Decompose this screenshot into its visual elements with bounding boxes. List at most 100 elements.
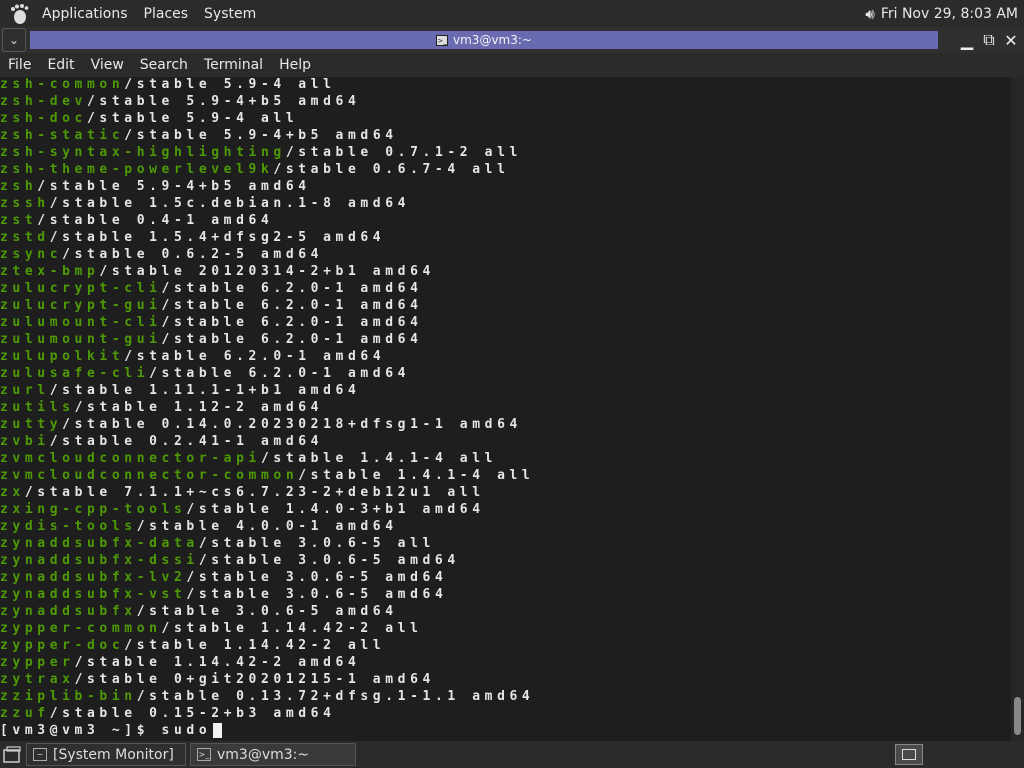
package-details: /stable 0.4-1 amd64 bbox=[37, 213, 274, 228]
package-name: zurl bbox=[0, 383, 50, 398]
terminal-line: zxing-cpp-tools/stable 1.4.0-3+b1 amd64 bbox=[0, 501, 1011, 518]
package-name: zvmcloudconnector-common bbox=[0, 468, 299, 483]
package-name: zvbi bbox=[0, 434, 50, 449]
maximize-button[interactable]: ⧉ bbox=[978, 29, 1000, 51]
terminal-line: zulusafe-cli/stable 6.2.0-1 amd64 bbox=[0, 365, 1011, 382]
menu-terminal[interactable]: Terminal bbox=[196, 57, 271, 73]
menu-edit[interactable]: Edit bbox=[39, 57, 82, 73]
close-button[interactable]: ✕ bbox=[1000, 29, 1022, 51]
package-name: zx bbox=[0, 485, 25, 500]
package-name: zynaddsubfx-data bbox=[0, 536, 199, 551]
applications-menu[interactable]: Applications bbox=[34, 6, 136, 22]
package-name: zssh bbox=[0, 196, 50, 211]
package-details: /stable 1.12-2 amd64 bbox=[74, 400, 324, 415]
menu-search[interactable]: Search bbox=[132, 57, 196, 73]
terminal-line: zurl/stable 1.11.1-1+b1 amd64 bbox=[0, 382, 1011, 399]
package-details: /stable 3.0.6-5 all bbox=[198, 536, 435, 551]
show-desktop-icon[interactable] bbox=[2, 745, 22, 765]
gnome-foot-icon[interactable] bbox=[8, 3, 30, 25]
terminal-line: zx/stable 7.1.1+~cs6.7.23-2+deb12u1 all bbox=[0, 484, 1011, 501]
package-name: zutils bbox=[0, 400, 75, 415]
package-name: zulupolkit bbox=[0, 349, 125, 364]
package-name: zst bbox=[0, 213, 38, 228]
package-name: zulucrypt-cli bbox=[0, 281, 162, 296]
terminal-line: zypper/stable 1.14.42-2 amd64 bbox=[0, 654, 1011, 671]
package-name: zsh-dev bbox=[0, 94, 87, 109]
terminal-line: zzuf/stable 0.15-2+b3 amd64 bbox=[0, 705, 1011, 722]
terminal-line: zynaddsubfx-vst/stable 3.0.6-5 amd64 bbox=[0, 586, 1011, 603]
package-details: /stable 0.13.72+dfsg.1-1.1 amd64 bbox=[136, 689, 535, 704]
command-prompt: [vm3@vm3 ~]$ sudo bbox=[0, 723, 212, 738]
places-menu[interactable]: Places bbox=[136, 6, 197, 22]
package-details: /stable 0.2.41-1 amd64 bbox=[49, 434, 324, 449]
package-details: /stable 7.1.1+~cs6.7.23-2+deb12u1 all bbox=[24, 485, 485, 500]
system-monitor-icon: ~ bbox=[33, 748, 47, 761]
package-name: zypper-doc bbox=[0, 638, 125, 653]
terminal-line: zvbi/stable 0.2.41-1 amd64 bbox=[0, 433, 1011, 450]
package-details: /stable 0.15-2+b3 amd64 bbox=[49, 706, 336, 721]
terminal-line: zynaddsubfx-lv2/stable 3.0.6-5 amd64 bbox=[0, 569, 1011, 586]
terminal-line: zypper-doc/stable 1.14.42-2 all bbox=[0, 637, 1011, 654]
terminal-scrollbar[interactable] bbox=[1011, 77, 1024, 741]
package-details: /stable 1.11.1-1+b1 amd64 bbox=[49, 383, 361, 398]
package-name: zulumount-gui bbox=[0, 332, 162, 347]
package-details: /stable 1.5c.debian.1-8 amd64 bbox=[49, 196, 411, 211]
bottom-panel: ~ [System Monitor] >_ vm3@vm3:~ bbox=[0, 741, 1024, 768]
window-menu-button[interactable]: ⌄ bbox=[2, 28, 26, 52]
package-name: zvmcloudconnector-api bbox=[0, 451, 261, 466]
terminal-line: zynaddsubfx-dssi/stable 3.0.6-5 amd64 bbox=[0, 552, 1011, 569]
package-name: zynaddsubfx-lv2 bbox=[0, 570, 187, 585]
package-name: zxing-cpp-tools bbox=[0, 502, 187, 517]
top-panel: Applications Places System 🔊︎ Fri Nov 29… bbox=[0, 0, 1024, 27]
window-buttons: ▁ ⧉ ✕ bbox=[956, 29, 1022, 51]
package-name: zulusafe-cli bbox=[0, 366, 150, 381]
taskbar-system-monitor[interactable]: ~ [System Monitor] bbox=[26, 743, 186, 766]
window-titlebar[interactable]: ⌄ >_ vm3@vm3:~ ▁ ⧉ ✕ bbox=[0, 27, 1024, 53]
terminal-icon: >_ bbox=[436, 34, 449, 46]
menu-file[interactable]: File bbox=[0, 57, 39, 73]
terminal-line: zutty/stable 0.14.0.20230218+dfsg1-1 amd… bbox=[0, 416, 1011, 433]
menu-view[interactable]: View bbox=[83, 57, 132, 73]
terminal-output[interactable]: zsh-common/stable 5.9-4 all zsh-dev/stabl… bbox=[0, 77, 1011, 741]
package-details: /stable 3.0.6-5 amd64 bbox=[186, 570, 448, 585]
package-details: /stable 6.2.0-1 amd64 bbox=[161, 332, 423, 347]
text-cursor bbox=[213, 723, 223, 738]
package-name: zsh-syntax-highlighting bbox=[0, 145, 286, 160]
menu-help[interactable]: Help bbox=[271, 57, 319, 73]
taskbar-terminal[interactable]: >_ vm3@vm3:~ bbox=[190, 743, 356, 766]
terminal-line: zypper-common/stable 1.14.42-2 all bbox=[0, 620, 1011, 637]
package-details: /stable 5.9-4+b5 amd64 bbox=[124, 128, 398, 143]
terminal-line: zynaddsubfx-data/stable 3.0.6-5 all bbox=[0, 535, 1011, 552]
terminal-line: zvmcloudconnector-common/stable 1.4.1-4 … bbox=[0, 467, 1011, 484]
package-name: zypper-common bbox=[0, 621, 162, 636]
close-icon: ✕ bbox=[1004, 30, 1018, 50]
package-details: /stable 3.0.6-5 amd64 bbox=[198, 553, 460, 568]
package-name: ztex-bmp bbox=[0, 264, 100, 279]
terminal-icon: >_ bbox=[197, 748, 211, 761]
terminal-line: zutils/stable 1.12-2 amd64 bbox=[0, 399, 1011, 416]
clock[interactable]: Fri Nov 29, 8:03 AM bbox=[881, 6, 1018, 22]
package-name: zutty bbox=[0, 417, 63, 432]
terminal-line: zst/stable 0.4-1 amd64 bbox=[0, 212, 1011, 229]
terminal-line: zsync/stable 0.6.2-5 amd64 bbox=[0, 246, 1011, 263]
window-title-area[interactable]: >_ vm3@vm3:~ bbox=[30, 31, 938, 49]
package-details: /stable 5.9-4+b5 amd64 bbox=[87, 94, 361, 109]
package-details: /stable 0+git20201215-1 amd64 bbox=[74, 672, 435, 687]
task-label: [System Monitor] bbox=[53, 746, 174, 763]
minimize-button[interactable]: ▁ bbox=[956, 29, 978, 51]
package-details: /stable 1.5.4+dfsg2-5 amd64 bbox=[49, 230, 386, 245]
terminal-line: zsh-dev/stable 5.9-4+b5 amd64 bbox=[0, 93, 1011, 110]
system-menu[interactable]: System bbox=[196, 6, 264, 22]
maximize-icon: ⧉ bbox=[983, 30, 995, 49]
package-name: zsh bbox=[0, 179, 38, 194]
package-details: /stable 6.2.0-1 amd64 bbox=[124, 349, 386, 364]
package-name: zsh-doc bbox=[0, 111, 87, 126]
package-name: zytrax bbox=[0, 672, 75, 687]
scrollbar-thumb[interactable] bbox=[1014, 697, 1021, 735]
terminal-line: zulucrypt-cli/stable 6.2.0-1 amd64 bbox=[0, 280, 1011, 297]
package-details: /stable 1.14.42-2 amd64 bbox=[74, 655, 361, 670]
terminal-line: zulumount-cli/stable 6.2.0-1 amd64 bbox=[0, 314, 1011, 331]
command-prompt-line[interactable]: [vm3@vm3 ~]$ sudo bbox=[0, 722, 1011, 739]
workspace-switcher[interactable] bbox=[895, 744, 923, 765]
volume-icon[interactable]: 🔊︎ bbox=[865, 5, 874, 23]
